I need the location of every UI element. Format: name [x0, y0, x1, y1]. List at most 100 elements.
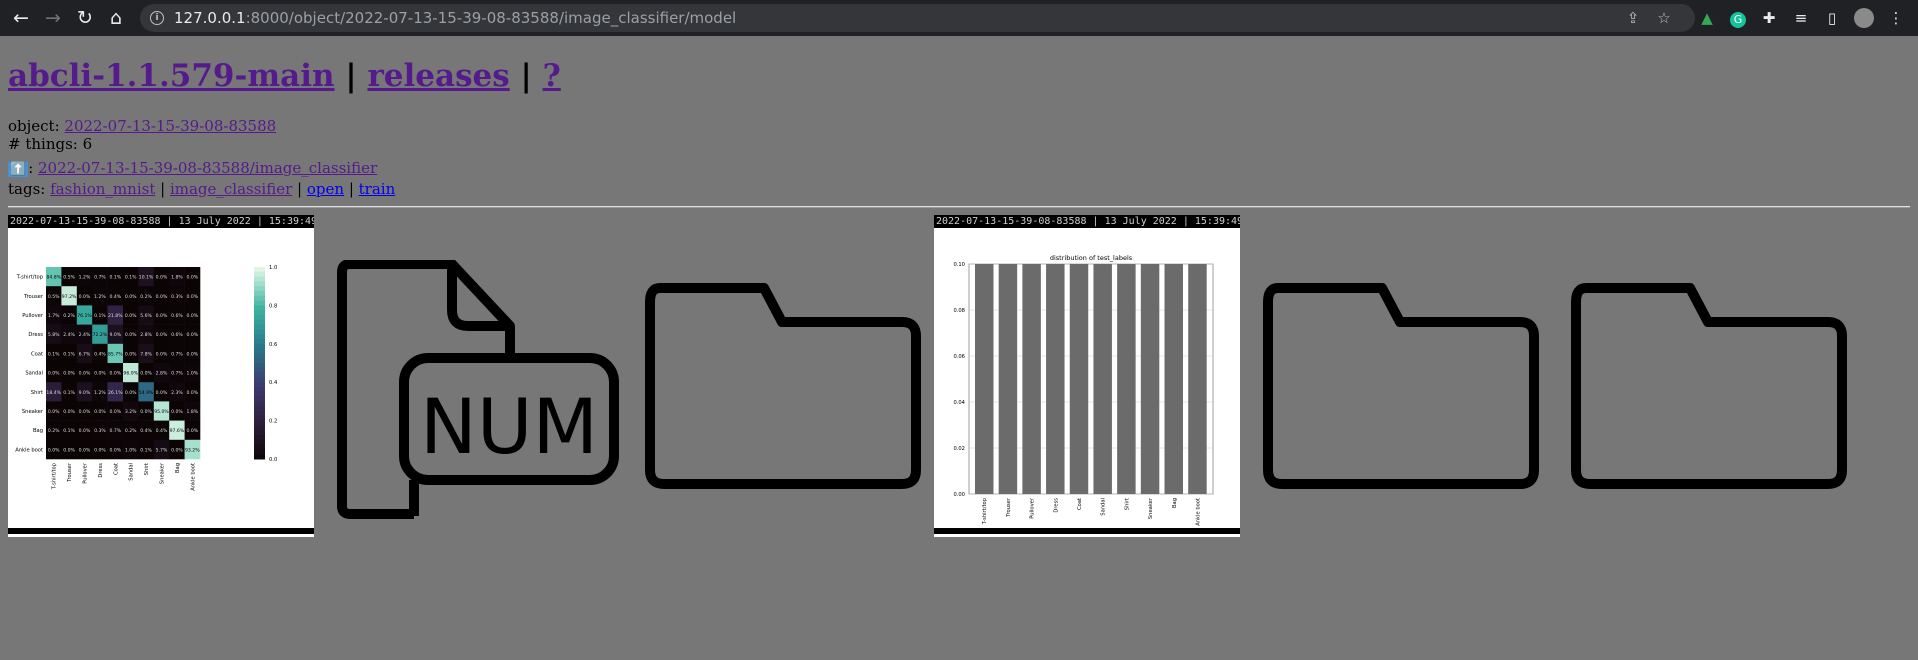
- colorbar-tick: 1.0: [269, 265, 277, 271]
- help-link[interactable]: ?: [543, 58, 561, 94]
- info-icon[interactable]: i: [150, 11, 164, 25]
- colorbar-tick: 0.4: [269, 380, 278, 386]
- url-text[interactable]: 127.0.0.1:8000/object/2022-07-13-15-39-0…: [174, 4, 736, 32]
- colorbar-segment: [254, 454, 265, 460]
- colorbar-segment: [254, 406, 265, 412]
- menu-icon[interactable]: ⋮: [1886, 8, 1906, 28]
- cell-label: 0.0%: [156, 275, 168, 281]
- cell-label: 2.4%: [63, 332, 75, 338]
- share-icon[interactable]: ⇪: [1623, 8, 1643, 28]
- colorbar-segment: [254, 286, 265, 292]
- cell-label: 1.2%: [94, 294, 106, 300]
- num-file-icon[interactable]: NUM: [334, 260, 624, 520]
- cell-label: 0.0%: [186, 390, 198, 396]
- colorbar-segment: [254, 372, 265, 378]
- cell-label: 93.2%: [185, 447, 200, 453]
- cell-label: 96.0%: [123, 371, 138, 377]
- tag-link[interactable]: fashion_mnist: [50, 180, 155, 198]
- cell-label: 2.4%: [79, 332, 91, 338]
- cell-label: 0.0%: [186, 313, 198, 319]
- cell-label: 0.0%: [79, 294, 91, 300]
- row-label: Sandal: [25, 371, 43, 377]
- cell-label: 84.8%: [46, 275, 61, 281]
- cell-label: 0.1%: [125, 275, 137, 281]
- cell-label: 0.0%: [186, 351, 198, 357]
- colorbar-segment: [254, 363, 265, 369]
- bar: [1046, 264, 1065, 494]
- parent-link[interactable]: 2022-07-13-15-39-08-83588/image_classifi…: [38, 159, 377, 177]
- column-label: Sneaker: [160, 462, 166, 484]
- cell-label: 21.8%: [108, 313, 123, 319]
- cell-label: 0.3%: [171, 294, 183, 300]
- sidepanel-icon[interactable]: ▯: [1822, 8, 1842, 28]
- media-icon[interactable]: ≡: [1791, 8, 1811, 28]
- colorbar-segment: [254, 329, 265, 335]
- cell-label: 2.3%: [171, 390, 183, 396]
- cell-label: 0.1%: [109, 275, 121, 281]
- y-tick-label: 0.04: [953, 400, 965, 406]
- tag-link[interactable]: train: [359, 180, 396, 198]
- cell-label: 9.0%: [109, 332, 121, 338]
- cell-label: 0.0%: [109, 371, 121, 377]
- tag-link[interactable]: image_classifier: [170, 180, 292, 198]
- column-label: Coat: [113, 463, 119, 475]
- cell-label: 0.0%: [186, 294, 198, 300]
- cell-label: 6.7%: [79, 351, 91, 357]
- cell-label: 0.0%: [48, 409, 60, 415]
- cell-label: 0.7%: [94, 275, 106, 281]
- cell-label: 0.6%: [171, 332, 183, 338]
- tag-separator: |: [292, 180, 307, 198]
- cell-label: 0.2%: [140, 294, 152, 300]
- bar: [1117, 264, 1136, 494]
- cell-label: 7.8%: [140, 351, 152, 357]
- cell-label: 0.0%: [48, 371, 60, 377]
- cell-label: 0.7%: [171, 351, 183, 357]
- thumbnail-footer: [8, 528, 314, 534]
- cell-label: 0.0%: [140, 409, 152, 415]
- cell-label: 2.8%: [156, 371, 168, 377]
- cell-label: 0.0%: [79, 447, 91, 453]
- object-link[interactable]: 2022-07-13-15-39-08-83588: [64, 117, 276, 135]
- things-count: # things: 6: [8, 135, 93, 153]
- profile-avatar[interactable]: [1854, 8, 1874, 28]
- home-icon[interactable]: ⌂: [104, 6, 128, 30]
- cell-label: 1.2%: [94, 390, 106, 396]
- confusion-matrix-thumbnail[interactable]: 2022-07-13-15-39-08-83588 | 13 July 2022…: [8, 215, 314, 537]
- colorbar-segment: [254, 449, 265, 455]
- cell-label: 0.0%: [156, 351, 168, 357]
- star-icon[interactable]: ☆: [1654, 8, 1674, 28]
- version-link[interactable]: abcli-1.1.579-main: [8, 58, 335, 94]
- folder-icon[interactable]: [1570, 282, 1848, 490]
- folder-icon[interactable]: [644, 282, 922, 490]
- grammarly-extension-icon[interactable]: G: [1728, 8, 1748, 28]
- cell-label: 0.4%: [109, 294, 121, 300]
- y-tick-label: 0.10: [953, 262, 965, 268]
- back-icon[interactable]: ←: [9, 6, 33, 30]
- y-tick-label: 0.08: [953, 308, 965, 314]
- colorbar-segment: [254, 271, 265, 278]
- thumbnail-header: 2022-07-13-15-39-08-83588 | 13 July 2022…: [8, 215, 314, 228]
- cell-label: 0.0%: [186, 275, 198, 281]
- reload-icon[interactable]: ↻: [73, 6, 97, 30]
- colorbar-segment: [254, 348, 265, 354]
- address-bar[interactable]: i 127.0.0.1:8000/object/2022-07-13-15-39…: [140, 4, 1695, 32]
- folder-icon[interactable]: [1262, 282, 1540, 490]
- colorbar-segment: [254, 353, 265, 359]
- cell-label: 5.6%: [140, 313, 152, 319]
- cell-label: 0.2%: [48, 428, 60, 434]
- drive-extension-icon[interactable]: ▲: [1697, 8, 1717, 28]
- forward-icon[interactable]: →: [41, 6, 65, 30]
- colorbar-tick: 0.8: [269, 303, 277, 309]
- releases-link[interactable]: releases: [367, 58, 509, 94]
- colorbar-segment: [254, 300, 265, 306]
- tag-link[interactable]: open: [307, 180, 344, 198]
- url-host: 127.0.0.1: [174, 9, 246, 27]
- cell-label: 0.0%: [63, 409, 75, 415]
- bar: [1069, 264, 1089, 494]
- cell-label: 0.0%: [186, 332, 198, 338]
- puzzle-icon[interactable]: ✚: [1759, 8, 1779, 28]
- distribution-thumbnail[interactable]: 2022-07-13-15-39-08-83588 | 13 July 2022…: [934, 215, 1240, 537]
- column-label: Trouser: [67, 462, 73, 483]
- title-separator: |: [334, 58, 368, 94]
- title-separator: |: [509, 58, 543, 94]
